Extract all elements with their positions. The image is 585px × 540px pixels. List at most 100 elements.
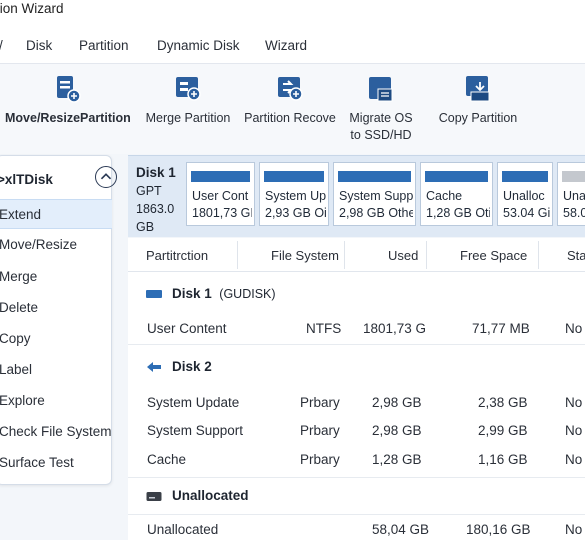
partition-block[interactable]: System Supp 2,98 GB Othe xyxy=(333,162,416,226)
partition-recover-button[interactable]: Partition Recove xyxy=(243,74,337,127)
disk-group-header[interactable]: Disk 1 (GUDISK) xyxy=(146,286,276,301)
column-header-status[interactable]: Sta xyxy=(567,248,585,263)
column-header-used[interactable]: Used xyxy=(388,248,418,263)
cell-status: No xyxy=(565,395,583,410)
cell-status: No xyxy=(565,522,583,537)
partition-usage-bar xyxy=(425,171,488,182)
partition-block-unallocated[interactable]: Unalloc 53.04 Gi xyxy=(497,162,553,226)
cell-file-system: NTFS xyxy=(306,321,342,336)
migrate-os-button[interactable]: Migrate OS to SSD/HD xyxy=(347,74,415,144)
partition-block-name: System Up xyxy=(265,189,326,203)
partition-recover-icon xyxy=(278,77,303,101)
partition-block[interactable]: System Up 2,93 GB Oi xyxy=(259,162,329,226)
move-resize-label: Move/ResizePartition xyxy=(5,111,131,125)
migrate-os-label: Migrate OS xyxy=(349,111,413,125)
column-divider[interactable] xyxy=(426,241,427,269)
disk-info[interactable]: Disk 1 GPT 1863.0 GB xyxy=(136,164,176,236)
disk-group-sub: (GUDISK) xyxy=(219,287,276,301)
column-divider[interactable] xyxy=(538,241,539,269)
cell-free-space: 71,77 MB xyxy=(472,321,530,336)
partition-block[interactable]: User Cont 1801,73 GI xyxy=(186,162,255,226)
cell-used: 1,28 GB xyxy=(372,452,422,467)
sidebar-item-merge[interactable]: Merge xyxy=(0,262,112,292)
cell-partition: Unallocated xyxy=(147,522,219,537)
cell-partition: Cache xyxy=(147,452,187,467)
window-title: tion Wizard xyxy=(0,1,64,16)
move-resize-icon xyxy=(56,76,81,103)
table-row[interactable]: System Update Prbary 2,98 GB 2,38 GB No xyxy=(128,389,585,417)
cell-partition: User Content xyxy=(147,321,227,336)
column-header-partition[interactable]: Partitrction xyxy=(146,248,208,263)
partition-block-detail: 53.04 Gi xyxy=(503,206,550,220)
menu-wizard[interactable]: Wizard xyxy=(265,38,307,53)
sidebar-item-explore[interactable]: Explore xyxy=(0,386,112,416)
partition-block-name: User Cont xyxy=(192,189,249,203)
disk-group-header[interactable]: Unallocated xyxy=(146,488,249,503)
disk-name: Disk 1 xyxy=(136,165,176,180)
cell-status: No xyxy=(565,423,583,438)
cell-file-system: Prbary xyxy=(300,423,340,438)
menu-bar: / Disk Partition Dynamic Disk Wizard xyxy=(0,26,585,64)
cell-used: 2,98 GB xyxy=(372,423,422,438)
cell-status: No xyxy=(565,321,583,336)
sidebar-item-label[interactable]: Label xyxy=(0,355,112,385)
merge-partition-button[interactable]: Merge Partition xyxy=(142,74,234,127)
toolbar: Move/ResizePartition Merge Partition Par… xyxy=(0,64,585,154)
sidebar-header[interactable]: >xlTDisk xyxy=(0,165,117,195)
table-row[interactable]: System Support Prbary 2,98 GB 2,99 GB No xyxy=(128,417,585,445)
partition-usage-bar xyxy=(338,171,411,182)
menu-item-partial[interactable]: / xyxy=(0,38,3,53)
cell-status: No xyxy=(565,452,583,467)
column-divider[interactable] xyxy=(344,241,345,269)
sidebar-item-move-resize[interactable]: Move/Resize xyxy=(0,230,112,260)
cell-free-space: 1,16 GB xyxy=(478,452,528,467)
table-row[interactable]: User Content NTFS 1801,73 G 71,77 MB No xyxy=(128,315,585,343)
drive-icon xyxy=(146,491,162,501)
partition-block-detail: 1801,73 GI xyxy=(192,206,252,220)
partition-usage-bar xyxy=(502,171,548,182)
sidebar-item-surface-test[interactable]: Surface Test xyxy=(0,448,112,478)
row-divider xyxy=(128,477,585,478)
column-header-free-space[interactable]: Free Space xyxy=(460,248,527,263)
partition-usage-bar xyxy=(562,171,585,182)
copy-partition-button[interactable]: Copy Partition xyxy=(435,74,521,127)
partition-block[interactable]: Cache 1,28 GB Oti xyxy=(420,162,493,226)
partition-block-name: Una xyxy=(563,189,585,203)
table-row[interactable]: Unallocated 58,04 GB 180,16 GB No xyxy=(128,516,585,540)
partition-block-detail: 2,98 GB Othe xyxy=(339,206,413,220)
disk-size: 1863.0 xyxy=(136,202,175,216)
copy-partition-label: Copy Partition xyxy=(438,111,518,125)
menu-disk[interactable]: Disk xyxy=(26,38,52,53)
partition-block-name: Unalloc xyxy=(503,189,545,203)
sidebar-item-extend[interactable]: Extend xyxy=(0,199,112,229)
partition-usage-bar xyxy=(191,171,250,182)
column-header-file-system[interactable]: File System xyxy=(271,248,339,263)
partition-block-unallocated[interactable]: Una 58.0 xyxy=(557,162,585,226)
partition-block-detail: 2,93 GB Oi xyxy=(265,206,326,220)
disk-group-header[interactable]: Disk 2 xyxy=(146,359,212,374)
disk-group-name: Disk 1 xyxy=(172,286,212,301)
merge-partition-label: Merge Partition xyxy=(145,111,231,125)
sidebar-item-check-file-system[interactable]: Check File System xyxy=(0,417,112,447)
row-divider xyxy=(128,344,585,345)
sidebar-item-copy[interactable]: Copy xyxy=(0,324,112,354)
cell-free-space: 2,99 GB xyxy=(478,423,528,438)
copy-partition-icon xyxy=(466,76,490,102)
move-resize-button[interactable]: Move/ResizePartition xyxy=(5,74,131,127)
cell-used: 58,04 GB xyxy=(372,522,430,537)
cell-file-system: Prbary xyxy=(300,395,340,410)
title-bar: tion Wizard xyxy=(0,0,585,26)
partition-usage-bar xyxy=(264,171,324,182)
partition-block-detail: 1,28 GB Oti xyxy=(426,206,490,220)
disk-size-unit: GB xyxy=(136,220,155,234)
chevron-up-icon[interactable] xyxy=(95,166,117,188)
partition-table: Partitrction File System Used Free Space… xyxy=(128,238,585,540)
sidebar-title: >xlTDisk xyxy=(0,172,53,187)
sidebar-item-delete[interactable]: Delete xyxy=(0,293,112,323)
column-divider[interactable] xyxy=(237,241,238,269)
table-row[interactable]: Cache Prbary 1,28 GB 1,16 GB No xyxy=(128,446,585,474)
operations-sidebar: >xlTDisk Extend Move/Resize Merge Delete… xyxy=(0,155,117,485)
menu-partition[interactable]: Partition xyxy=(79,38,129,53)
partition-block-detail: 58.0 xyxy=(563,206,585,220)
menu-dynamic-disk[interactable]: Dynamic Disk xyxy=(157,38,240,53)
